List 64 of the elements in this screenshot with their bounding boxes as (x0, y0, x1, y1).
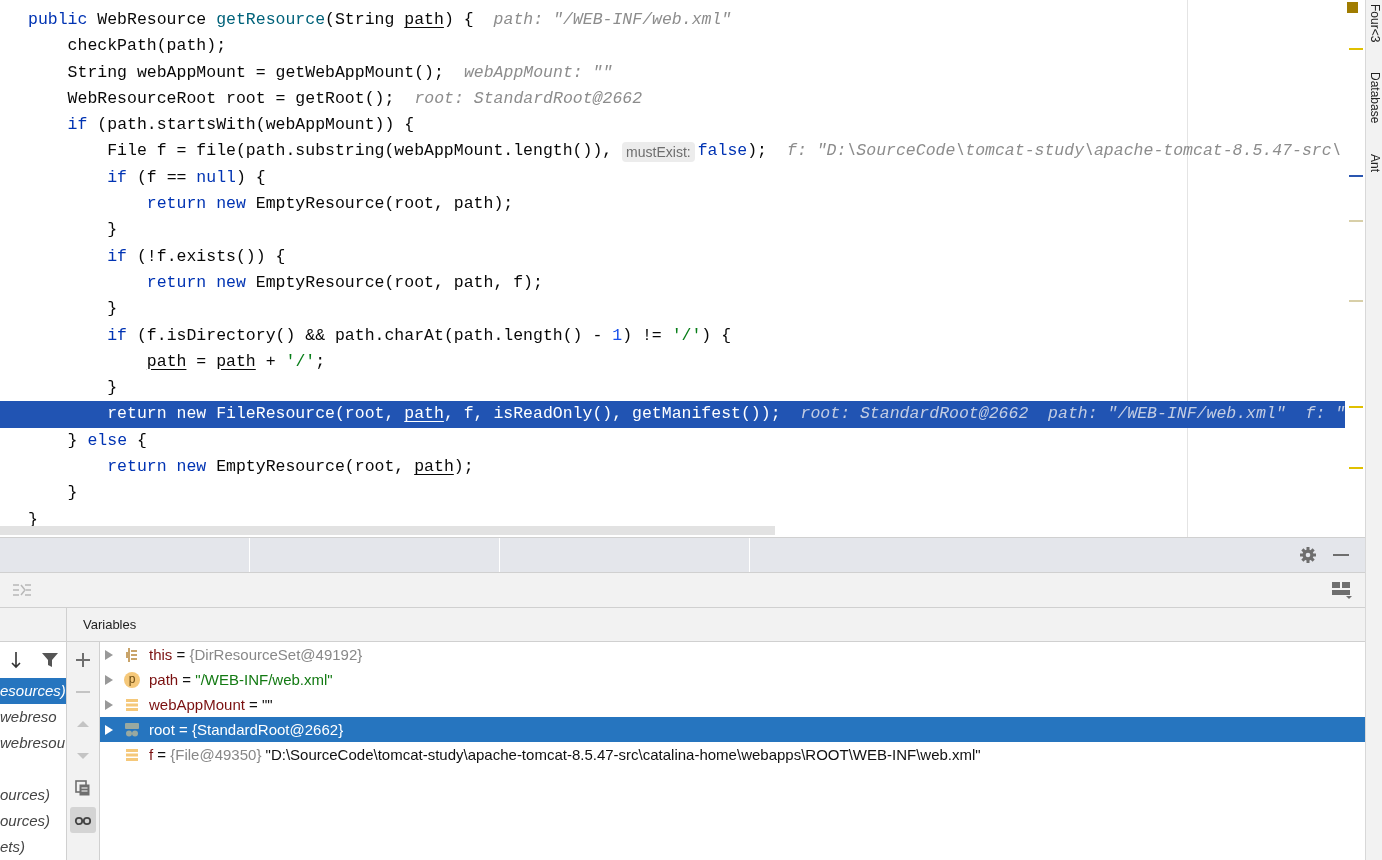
code-text: String webAppMount = getWebAppMount(); (66, 61, 444, 84)
variable-row[interactable]: webAppMount = "" (100, 692, 1365, 717)
expand-arrow-icon[interactable] (104, 698, 114, 711)
add-icon (74, 651, 92, 669)
code-editor[interactable] (0, 0, 1345, 537)
parameter-icon: p (124, 671, 140, 688)
code-text: checkPath(path); (66, 35, 227, 58)
watches-button[interactable] (70, 807, 96, 833)
down-arrow-icon[interactable] (9, 651, 23, 669)
parameter-hint: mustExist: (622, 141, 695, 162)
filter-icon[interactable] (41, 651, 59, 669)
code-text: return new FileResource(root, path, f, isReadOnly(), getManifest()); (106, 403, 781, 426)
variable-text: f = {File@49350} "D:\SourceCode\tomcat-study\apache-tomcat-8.5.47-src\catalina-home\webapps\ROOT\WEB-INF\web.xml" (149, 746, 981, 763)
code-text: WebResourceRoot root = getRoot(); (66, 87, 395, 110)
code-text: public WebResource getResource(String path) { (28, 9, 474, 31)
inline-value-hint: root: StandardRoot@2662 (414, 87, 643, 110)
code-text: false); (697, 140, 767, 163)
stack-frame[interactable]: esources) (0, 678, 66, 704)
code-text: return new EmptyResource(root, path, f); (145, 271, 543, 294)
expand-arrow-icon[interactable] (104, 673, 114, 686)
code-text: if (!f.exists()) { (106, 245, 286, 268)
horizontal-scrollbar[interactable] (0, 526, 775, 535)
panel-title: Variables (67, 608, 1365, 642)
code-text: } (106, 298, 118, 321)
variable-row[interactable]: f = {File@49350} "D:\SourceCode\tomcat-study\apache-tomcat-8.5.47-src\catalina-home\webapps\ROOT\WEB-INF\web.xml" (100, 742, 1365, 767)
code-text: File f = file(path.substring(webAppMount.length()), (106, 140, 614, 163)
inline-value-hint: f: "D:\SourceCode\tomcat-study\apache-tomcat-8.5.47-src\ (787, 140, 1342, 163)
stack-frame[interactable]: webreso (0, 704, 66, 730)
stack-frame[interactable]: ets) (0, 834, 66, 860)
code-text: path = path + '/'; (145, 350, 326, 373)
variable-row[interactable]: this = {DirResourceSet@49192} (100, 642, 1365, 667)
copy-icon (74, 779, 92, 797)
tool-window-tab[interactable]: Ant (1366, 153, 1382, 172)
code-text: return new EmptyResource(root, path); (145, 193, 514, 216)
code-text: } else { (66, 429, 147, 452)
code-text: } (106, 377, 118, 400)
stack-frame[interactable]: ources) (0, 782, 66, 808)
variable-row[interactable]: p path = "/WEB-INF/web.xml" (100, 667, 1365, 692)
variable-text: path = "/WEB-INF/web.xml" (149, 671, 333, 688)
settings-icon[interactable] (1299, 546, 1317, 564)
variable-text: root = {StandardRoot@2662} (149, 721, 344, 738)
inline-value-hint: webAppMount: "" (463, 61, 613, 84)
inline-value-hint: root: StandardRoot@2662 path: "/WEB-INF/web.xml" f: " (800, 403, 1345, 426)
tool-window-tab[interactable]: Four<3 (1366, 4, 1382, 43)
layout-icon[interactable] (1331, 581, 1353, 599)
code-text: if (path.startsWith(webAppMount)) { (66, 114, 415, 137)
expand-arrow-icon[interactable] (104, 723, 114, 736)
code-text: } (106, 219, 118, 242)
variable-icon (124, 746, 140, 763)
stack-frame[interactable]: webresou (0, 730, 66, 756)
variable-text: webAppMount = "" (149, 696, 273, 713)
variable-row[interactable]: root = {StandardRoot@2662} (100, 717, 1365, 742)
field-icon (124, 646, 140, 663)
variable-text: this = {DirResourceSet@49192} (149, 646, 363, 663)
code-text: } (66, 482, 78, 505)
code-text: if (f == null) { (106, 166, 266, 189)
tool-window-tab[interactable]: Database (1366, 72, 1382, 124)
code-text: if (f.isDirectory() && path.charAt(path.length() - 1) != '/') { (106, 324, 732, 347)
variable-icon (124, 696, 140, 713)
inline-value-hint: path: "/WEB-INF/web.xml" (493, 9, 732, 31)
code-text: return new EmptyResource(root, path); (106, 456, 474, 479)
expand-arrow-icon[interactable] (104, 648, 114, 661)
stack-frame[interactable]: ources) (0, 808, 66, 834)
object-icon (124, 721, 140, 738)
